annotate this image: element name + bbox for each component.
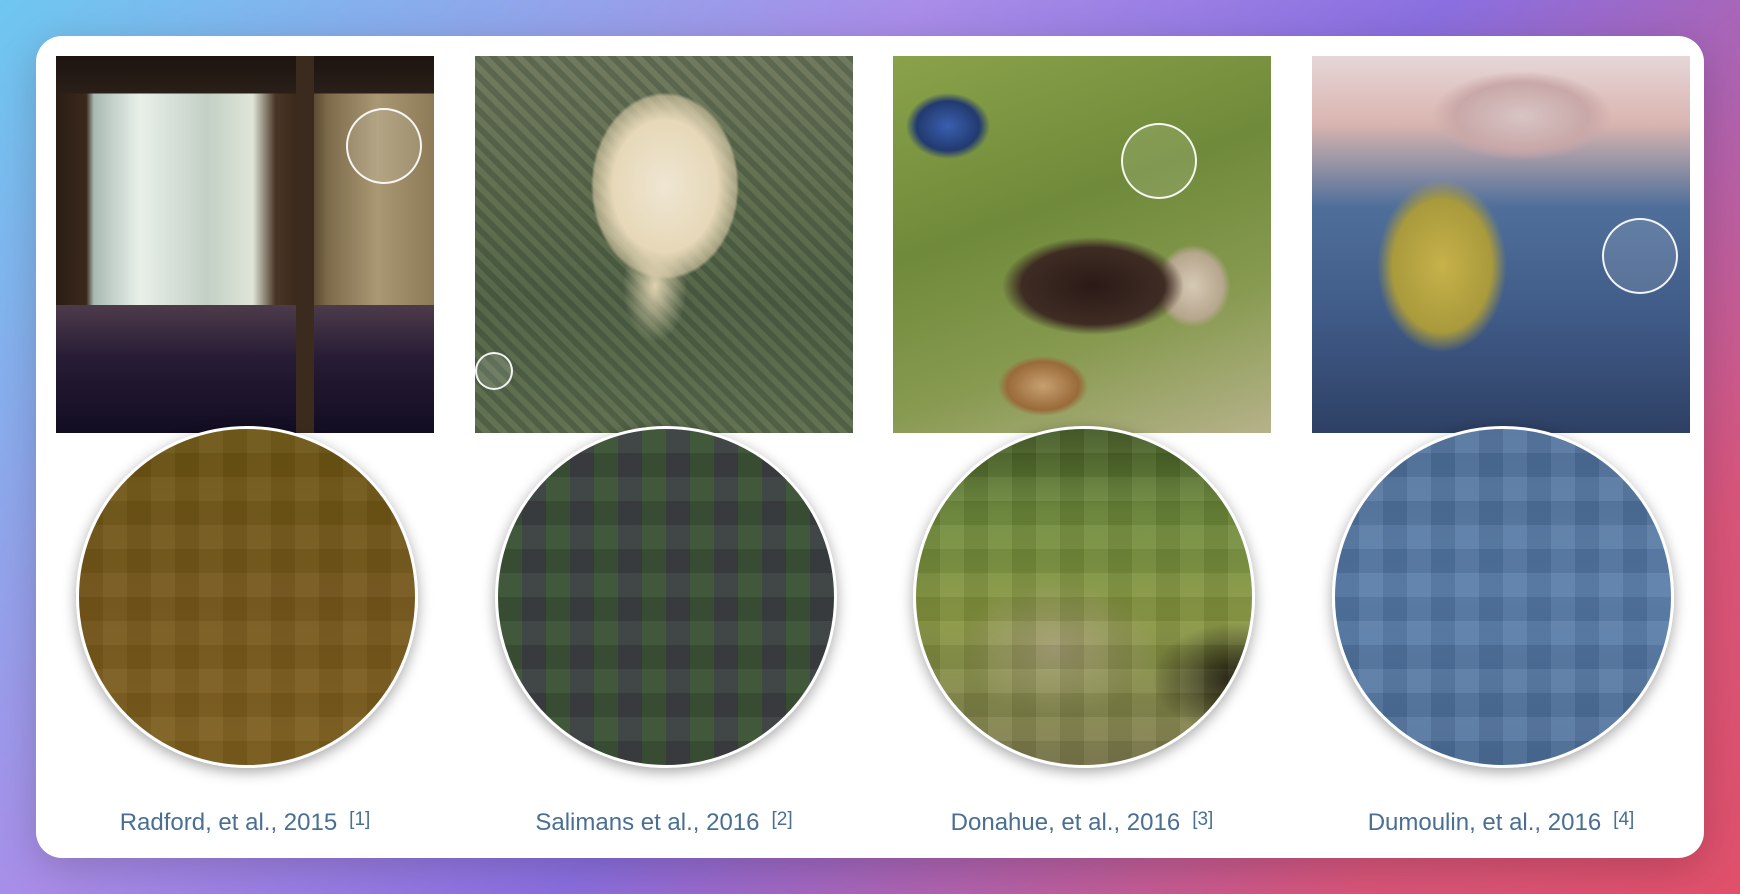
generated-image-monkey [475, 56, 853, 433]
magnified-region [76, 426, 418, 768]
caption-text: Radford, et al., 2015 [119, 809, 338, 836]
sample-region-circle[interactable] [1121, 123, 1197, 199]
caption: Dumoulin, et al., 2016 [4] [1312, 809, 1690, 837]
generated-image-abstract [1312, 56, 1690, 433]
panel-donahue: Donahue, et al., 2016 [3] [893, 36, 1271, 858]
panel-salimans: Salimans et al., 2016 [2] [475, 36, 853, 858]
caption: Radford, et al., 2015 [1] [56, 809, 434, 837]
caption-text: Salimans et al., 2016 [535, 809, 760, 836]
caption-text: Donahue, et al., 2016 [950, 809, 1181, 836]
magnified-region [913, 426, 1255, 768]
citation-link[interactable]: [3] [1192, 809, 1213, 830]
magnified-region [1332, 426, 1674, 768]
generated-image-creature [893, 56, 1271, 433]
caption: Salimans et al., 2016 [2] [475, 809, 853, 837]
panel-radford: Radford, et al., 2015 [1] [56, 36, 434, 858]
sample-region-circle[interactable] [475, 352, 513, 390]
figure-card: Radford, et al., 2015 [1] Salimans et al.… [36, 36, 1704, 858]
citation-link[interactable]: [2] [772, 809, 793, 830]
citation-link[interactable]: [1] [349, 809, 370, 830]
sample-region-circle[interactable] [1602, 218, 1678, 294]
generated-image-room [56, 56, 434, 433]
magnified-region [495, 426, 837, 768]
citation-link[interactable]: [4] [1613, 809, 1634, 830]
sample-region-circle[interactable] [346, 108, 422, 184]
caption: Donahue, et al., 2016 [3] [893, 809, 1271, 837]
panel-dumoulin: Dumoulin, et al., 2016 [4] [1312, 36, 1690, 858]
caption-text: Dumoulin, et al., 2016 [1367, 809, 1602, 836]
